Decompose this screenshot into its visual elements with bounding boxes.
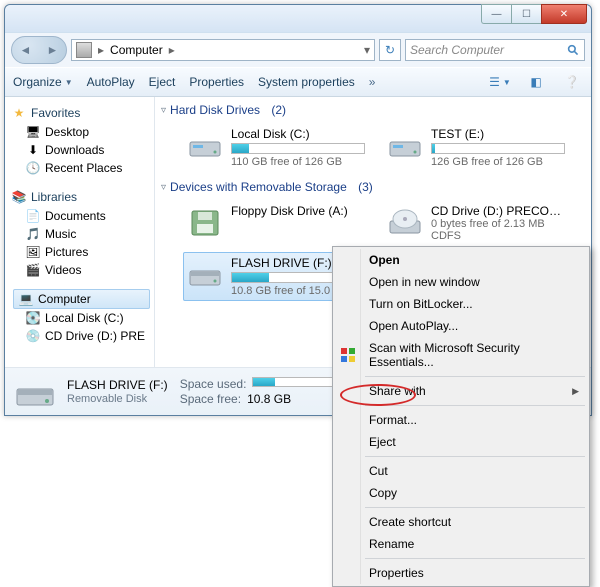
downloads-icon: ⬇ (25, 142, 41, 158)
sidebar-item-pictures[interactable]: 🖼Pictures (11, 243, 154, 261)
search-placeholder: Search Computer (410, 43, 563, 57)
menu-share-with[interactable]: Share with▶ (335, 380, 587, 402)
nav-back-forward[interactable]: ◄► (11, 36, 67, 64)
menu-eject[interactable]: Eject (335, 431, 587, 453)
space-used-bar (252, 377, 336, 387)
music-icon: 🎵 (25, 226, 41, 242)
floppy-icon (187, 204, 223, 240)
space-bar (231, 143, 365, 154)
sidebar-item-music[interactable]: 🎵Music (11, 225, 154, 243)
autoplay-button[interactable]: AutoPlay (87, 75, 135, 89)
desktop-icon: 🖥 (25, 124, 41, 140)
libraries-header[interactable]: 📚Libraries (11, 187, 154, 207)
maximize-button[interactable]: ☐ (511, 4, 541, 24)
libraries-icon: 📚 (11, 189, 27, 205)
close-button[interactable]: ✕ (541, 4, 587, 24)
hdd-icon (387, 127, 423, 163)
sidebar-item-computer[interactable]: 💻Computer (13, 289, 150, 309)
drive-label: CD Drive (D:) PRECOMPACT (431, 204, 565, 218)
favorites-header[interactable]: ★Favorites (11, 103, 154, 123)
nav-pane: ★Favorites 🖥Desktop ⬇Downloads 🕓Recent P… (5, 97, 155, 367)
drive-cd-d[interactable]: CD Drive (D:) PRECOMPACT 0 bytes free of… (383, 200, 569, 246)
documents-icon: 📄 (25, 208, 41, 224)
space-free-label: Space free: (180, 392, 241, 406)
preview-pane-button[interactable]: ◧ (525, 73, 547, 91)
pictures-icon: 🖼 (25, 244, 41, 260)
drive-local-c[interactable]: Local Disk (C:) 110 GB free of 126 GB (183, 123, 369, 172)
videos-icon: 🎬 (25, 262, 41, 278)
computer-icon (76, 42, 92, 58)
space-used-label: Space used: (180, 377, 247, 391)
sidebar-item-downloads[interactable]: ⬇Downloads (11, 141, 154, 159)
toolbar: Organize ▼ AutoPlay Eject Properties Sys… (5, 67, 591, 97)
menu-format[interactable]: Format... (335, 409, 587, 431)
section-hdd-header[interactable]: ▿ Hard Disk Drives (2) (159, 101, 591, 123)
collapse-icon: ▿ (161, 182, 166, 193)
menu-open-new-window[interactable]: Open in new window (335, 271, 587, 293)
menu-autoplay[interactable]: Open AutoPlay... (335, 315, 587, 337)
details-name: FLASH DRIVE (F:) (67, 378, 168, 392)
space-free-value: 10.8 GB (247, 392, 291, 406)
sidebar-item-documents[interactable]: 📄Documents (11, 207, 154, 225)
recent-icon: 🕓 (25, 160, 41, 176)
help-button[interactable]: ❔ (561, 73, 583, 91)
drive-floppy-a[interactable]: Floppy Disk Drive (A:) (183, 200, 369, 246)
minimize-button[interactable]: — (481, 4, 511, 24)
refresh-button[interactable]: ↻ (379, 39, 401, 61)
star-icon: ★ (11, 105, 27, 121)
breadcrumb-sep-icon: ▸ (169, 43, 175, 57)
properties-button[interactable]: Properties (189, 75, 244, 89)
organize-button[interactable]: Organize ▼ (13, 75, 73, 89)
sidebar-item-videos[interactable]: 🎬Videos (11, 261, 154, 279)
titlebar: — ☐ ✕ (5, 5, 591, 33)
view-button[interactable]: ☰ ▼ (489, 73, 511, 91)
sidebar-item-cddrive-d[interactable]: 💿CD Drive (D:) PRE (11, 327, 154, 345)
context-menu: Open Open in new window Turn on BitLocke… (332, 246, 590, 587)
sidebar-item-localdisk-c[interactable]: 💽Local Disk (C:) (11, 309, 154, 327)
drive-label: Floppy Disk Drive (A:) (231, 204, 365, 218)
breadcrumb-dropdown-icon[interactable]: ▾ (364, 43, 370, 57)
security-icon (340, 347, 356, 363)
drive-label: TEST (E:) (431, 127, 565, 141)
menu-rename[interactable]: Rename (335, 533, 587, 555)
removable-drive-icon (15, 375, 55, 409)
cd-drive-icon (387, 204, 423, 240)
menu-bitlocker[interactable]: Turn on BitLocker... (335, 293, 587, 315)
drive-free: 126 GB free of 126 GB (431, 156, 565, 168)
drive-icon: 💽 (25, 310, 41, 326)
drive-free: 0 bytes free of 2.13 MB (431, 218, 565, 230)
sidebar-item-desktop[interactable]: 🖥Desktop (11, 123, 154, 141)
search-icon (567, 44, 580, 57)
drive-test-e[interactable]: TEST (E:) 126 GB free of 126 GB (383, 123, 569, 172)
menu-scan[interactable]: Scan with Microsoft Security Essentials.… (335, 337, 587, 373)
submenu-arrow-icon: ▶ (572, 386, 579, 397)
section-removable-header[interactable]: ▿ Devices with Removable Storage (3) (159, 178, 591, 200)
removable-drive-icon (187, 256, 223, 292)
menu-open[interactable]: Open (335, 249, 587, 271)
menu-cut[interactable]: Cut (335, 460, 587, 482)
drive-label: Local Disk (C:) (231, 127, 365, 141)
eject-button[interactable]: Eject (149, 75, 176, 89)
hdd-icon (187, 127, 223, 163)
space-bar (431, 143, 565, 154)
search-box[interactable]: Search Computer (405, 39, 585, 61)
breadcrumb-sep-icon: ▸ (98, 43, 104, 57)
drive-fs: CDFS (431, 230, 565, 242)
sidebar-item-recent[interactable]: 🕓Recent Places (11, 159, 154, 177)
toolbar-overflow-button[interactable]: » (369, 75, 376, 89)
breadcrumb-computer[interactable]: Computer (110, 43, 163, 57)
menu-properties[interactable]: Properties (335, 562, 587, 584)
nav-row: ◄► ▸ Computer ▸ ▾ ↻ Search Computer (5, 33, 591, 67)
system-properties-button[interactable]: System properties (258, 75, 355, 89)
computer-icon: 💻 (18, 291, 34, 307)
details-type: Removable Disk (67, 393, 168, 405)
menu-create-shortcut[interactable]: Create shortcut (335, 511, 587, 533)
menu-copy[interactable]: Copy (335, 482, 587, 504)
collapse-icon: ▿ (161, 105, 166, 116)
cd-icon: 💿 (25, 328, 41, 344)
drive-free: 110 GB free of 126 GB (231, 156, 365, 168)
address-bar[interactable]: ▸ Computer ▸ ▾ (71, 39, 375, 61)
